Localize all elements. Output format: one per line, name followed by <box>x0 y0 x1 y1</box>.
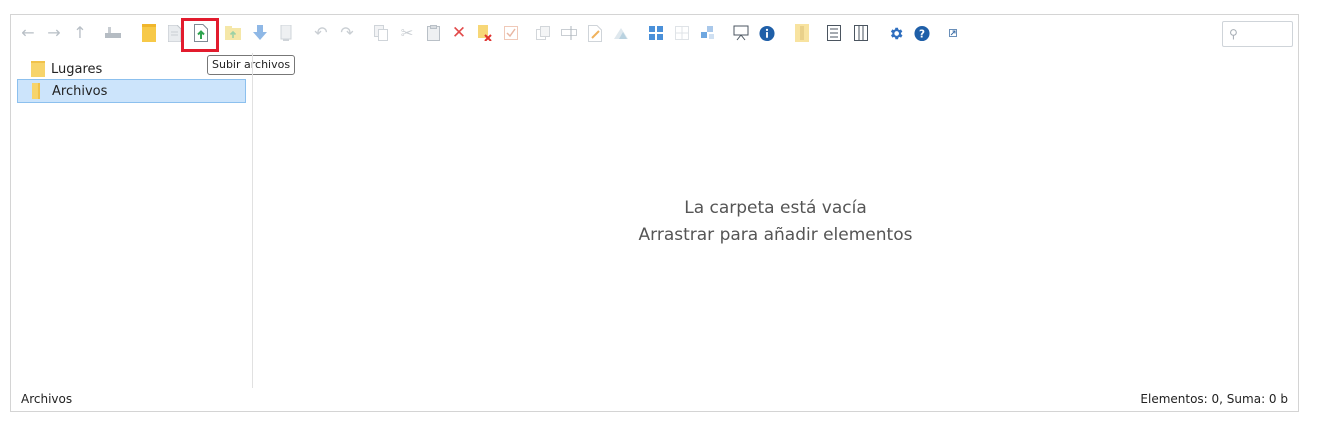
svg-text:?: ? <box>919 28 925 40</box>
grid-view-icon[interactable] <box>648 24 664 42</box>
sidebar-tree: Lugares Archivos <box>11 53 253 388</box>
settings-gear-icon[interactable] <box>888 24 904 42</box>
fullscreen-icon[interactable] <box>945 24 961 42</box>
info-icon[interactable] <box>759 24 775 42</box>
delete-icon[interactable]: ✕ <box>451 24 467 42</box>
empty-folder-message: La carpeta está vacía Arrastrar para aña… <box>253 195 1298 249</box>
edit-file-icon[interactable] <box>587 24 603 42</box>
forward-arrow-icon[interactable]: → <box>46 24 62 42</box>
select-icon[interactable] <box>503 24 519 42</box>
archive-icon[interactable] <box>278 24 294 42</box>
rename-icon[interactable] <box>561 24 577 42</box>
duplicate-icon[interactable] <box>535 24 551 42</box>
folder-icon <box>32 83 40 99</box>
download-icon[interactable] <box>252 24 268 42</box>
up-arrow-icon[interactable]: ↑ <box>72 24 88 42</box>
sidebar-item-label: Lugares <box>51 61 103 77</box>
delete-permanently-icon[interactable] <box>477 24 493 42</box>
cut-icon[interactable]: ✂ <box>399 24 415 42</box>
image-resize-icon[interactable] <box>613 24 629 42</box>
status-path: Archivos <box>21 392 73 406</box>
list-view-icon[interactable] <box>826 24 842 42</box>
paste-icon[interactable] <box>425 24 441 42</box>
redo-icon[interactable]: ↷ <box>339 24 355 42</box>
drive-icon[interactable] <box>105 24 121 42</box>
search-icon: ⚲ <box>1229 27 1238 41</box>
sidebar-item-archivos[interactable]: Archivos <box>17 79 246 103</box>
search-input[interactable]: ⚲ <box>1222 21 1293 47</box>
empty-message-line1: La carpeta está vacía <box>684 198 867 218</box>
file-list-area[interactable]: La carpeta está vacía Arrastrar para aña… <box>253 53 1298 388</box>
highlight-box <box>181 18 219 52</box>
file-manager-window: ← → ↑ ↶ ↷ ✂ ✕ ? Subir archivos ⚲ Lugares… <box>10 14 1299 412</box>
sidebar-item-label: Archivos <box>52 83 108 99</box>
tiles-view-icon[interactable] <box>700 24 716 42</box>
back-arrow-icon[interactable]: ← <box>20 24 36 42</box>
empty-message-line2: Arrastrar para añadir elementos <box>638 225 913 245</box>
presentation-icon[interactable] <box>733 24 749 42</box>
sidebar-item-lugares[interactable]: Lugares <box>17 57 246 81</box>
columns-view-icon[interactable] <box>853 24 869 42</box>
new-folder-icon[interactable] <box>141 24 157 42</box>
toolbar: ← → ↑ ↶ ↷ ✂ ✕ ? Subir archivos ⚲ <box>11 15 1298 75</box>
upload-folder-icon[interactable] <box>225 24 241 42</box>
copy-icon[interactable] <box>373 24 389 42</box>
archive-folder-icon[interactable] <box>794 24 810 42</box>
small-grid-view-icon[interactable] <box>674 24 690 42</box>
status-bar: Archivos Elementos: 0, Suma: 0 b <box>11 391 1298 411</box>
new-file-icon[interactable] <box>166 24 182 42</box>
status-summary: Elementos: 0, Suma: 0 b <box>1140 392 1288 406</box>
help-icon[interactable]: ? <box>914 24 930 42</box>
undo-icon[interactable]: ↶ <box>313 24 329 42</box>
folder-icon <box>31 61 45 77</box>
